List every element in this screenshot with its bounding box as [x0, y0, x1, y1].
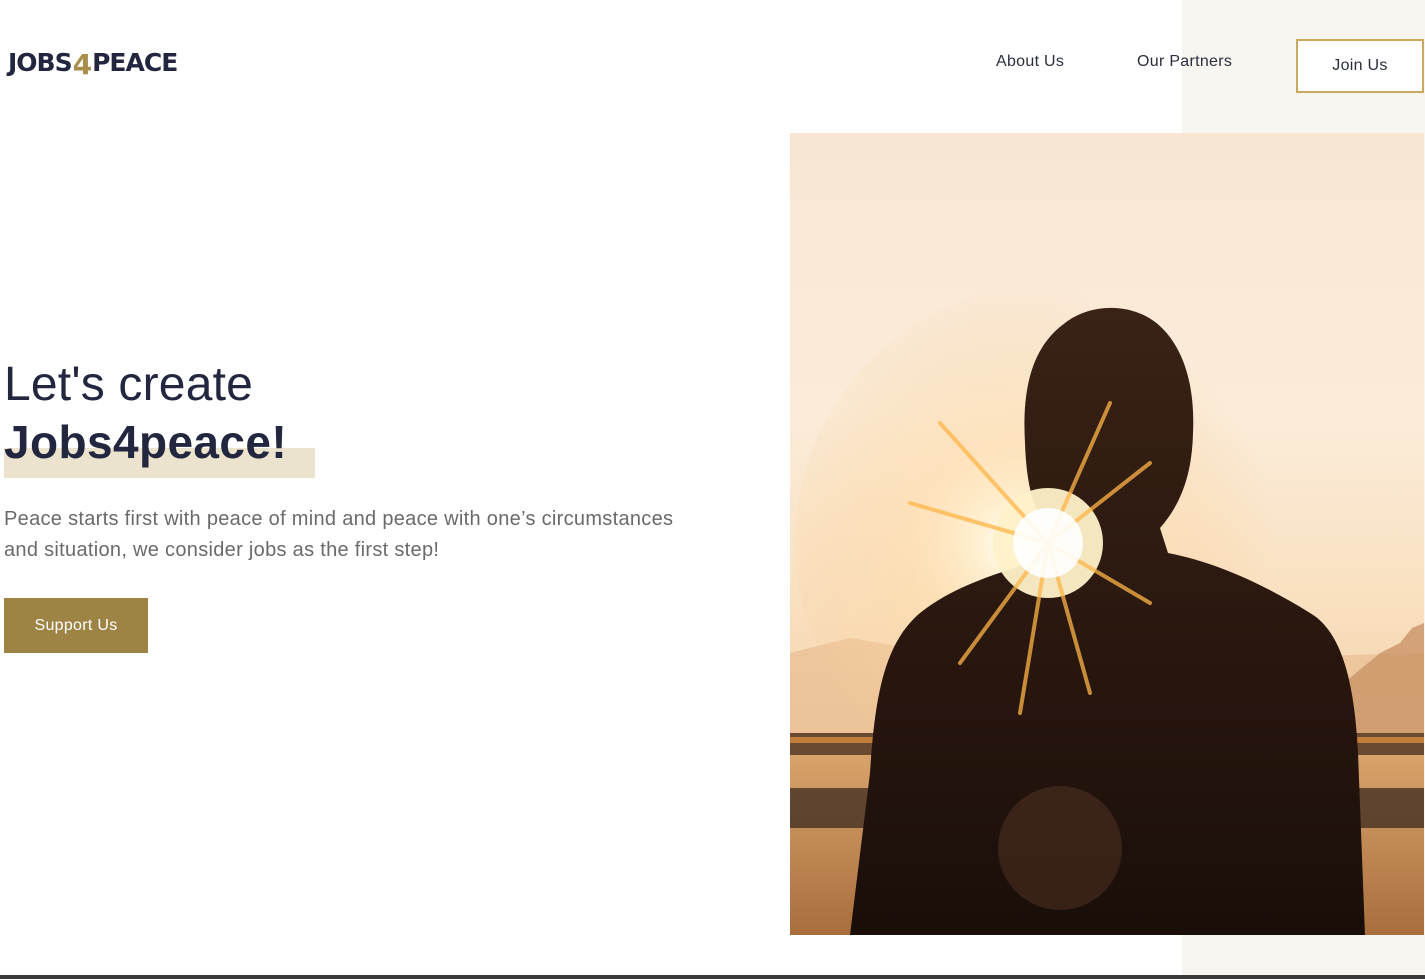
hero-description: Peace starts first with peace of mind an…: [4, 508, 674, 561]
join-us-button[interactable]: Join Us: [1296, 39, 1424, 93]
support-us-button[interactable]: Support Us: [4, 598, 148, 653]
site-logo[interactable]: JOBS 4 PEACE: [8, 46, 178, 82]
hero-heading-line1: Let's create: [4, 358, 254, 411]
hero-heading-line2-wrap: Jobs4peace!: [4, 412, 315, 478]
bottom-divider: [0, 975, 1425, 979]
nav-our-partners-link[interactable]: Our Partners: [1137, 53, 1232, 71]
nav-about-us-link[interactable]: About Us: [996, 53, 1064, 71]
logo-text-peace: PEACE: [92, 48, 178, 77]
hero-image-man-facing-sunset: [790, 133, 1424, 935]
logo-text-jobs: JOBS: [8, 48, 73, 77]
hero-heading-line2: Jobs4peace!: [4, 416, 288, 468]
logo-text-four: 4: [72, 48, 93, 81]
